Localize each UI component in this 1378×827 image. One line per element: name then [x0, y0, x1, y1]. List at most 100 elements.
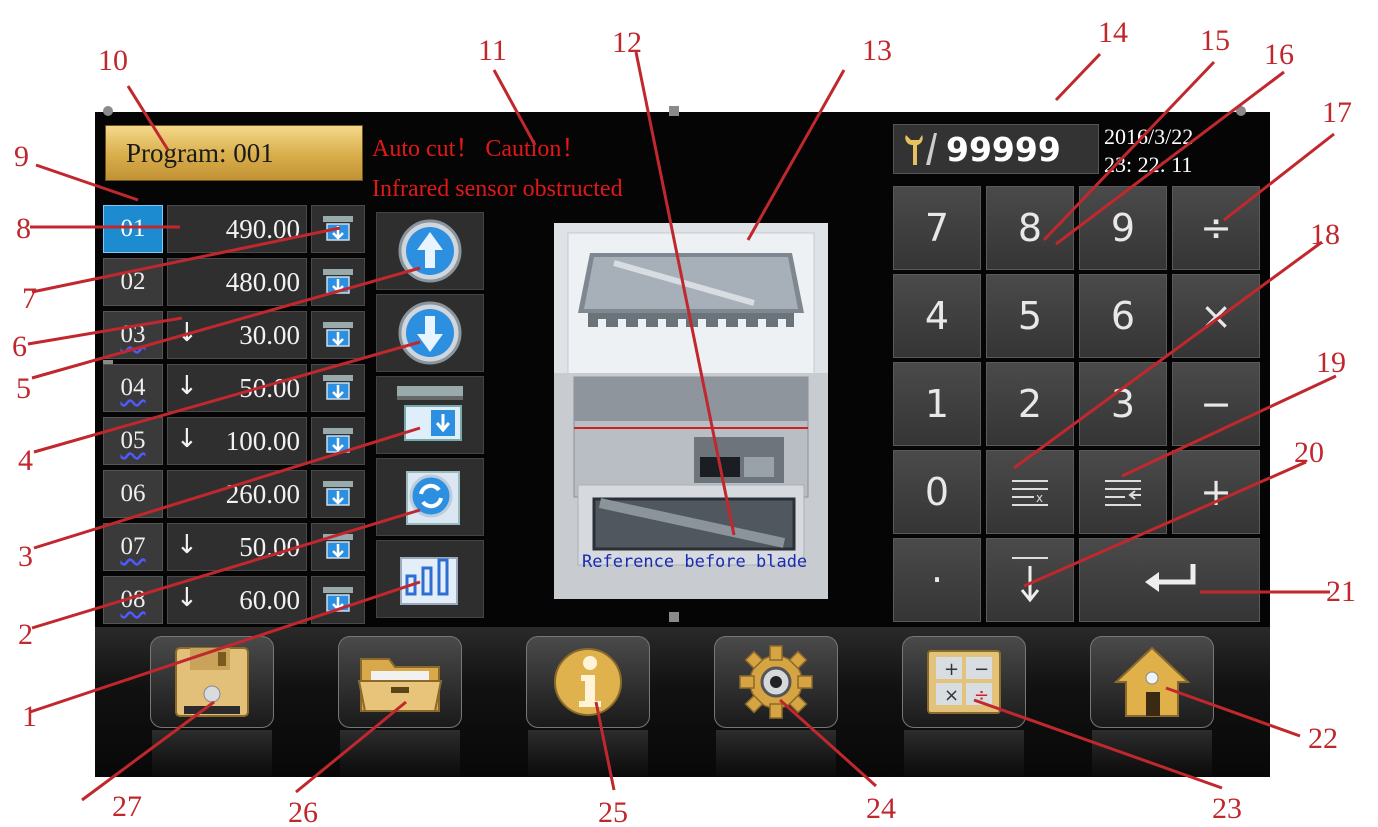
callout-number: 1	[22, 700, 37, 733]
key-2[interactable]: 2	[986, 362, 1074, 446]
key-plus[interactable]: +	[1172, 450, 1260, 534]
folder-icon	[357, 658, 443, 712]
push-arrow-icon: ↓	[176, 371, 198, 401]
key-dot[interactable]: ·	[893, 538, 981, 622]
settings-button[interactable]	[714, 636, 838, 728]
step-number[interactable]: 01	[103, 205, 163, 253]
key-8[interactable]: 8	[986, 186, 1074, 270]
push-arrow-icon: ↓	[176, 424, 198, 454]
step-value[interactable]: 480.00	[167, 258, 307, 306]
key-1[interactable]: 1	[893, 362, 981, 446]
step-cut-button[interactable]	[311, 523, 365, 571]
corner-handle	[103, 106, 113, 116]
key-7[interactable]: 7	[893, 186, 981, 270]
open-program-button[interactable]	[338, 636, 462, 728]
step-row[interactable]: 01 490.00	[103, 205, 373, 255]
key-5[interactable]: 5	[986, 274, 1074, 358]
key-9[interactable]: 9	[1079, 186, 1167, 270]
program-button[interactable]: Program: 001	[105, 125, 363, 181]
step-number[interactable]: 02	[103, 258, 163, 306]
key-0[interactable]: 0	[893, 450, 981, 534]
key-push[interactable]	[986, 538, 1074, 622]
step-number[interactable]: 06	[103, 470, 163, 518]
callout-number: 3	[18, 540, 33, 573]
up-arrow-icon	[398, 219, 462, 283]
callout-number: 25	[598, 796, 628, 827]
callout-number: 22	[1308, 722, 1338, 755]
key-minus[interactable]: −	[1172, 362, 1260, 446]
info-icon	[554, 648, 622, 716]
push-down-icon	[1012, 557, 1048, 603]
step-value[interactable]: ↓ 50.00	[167, 364, 307, 412]
machine-illustration	[554, 223, 828, 599]
step-value-text: 60.00	[239, 584, 300, 615]
home-button[interactable]	[1090, 636, 1214, 728]
callout-number: 2	[18, 618, 33, 651]
program-label: Program: 001	[126, 137, 274, 168]
key-divide[interactable]: ÷	[1172, 186, 1260, 270]
step-row[interactable]: 02 480.00	[103, 258, 373, 308]
step-value[interactable]: 490.00	[167, 205, 307, 253]
push-arrow-icon: ↓	[176, 583, 198, 613]
step-cut-button[interactable]	[311, 417, 365, 465]
corner-handle	[1236, 106, 1246, 116]
label-split-button[interactable]	[376, 540, 484, 618]
cycle-button[interactable]	[376, 458, 484, 536]
step-row[interactable]: 05 ↓ 100.00	[103, 417, 373, 467]
cut-insert-button[interactable]	[376, 376, 484, 454]
step-number[interactable]: 03	[103, 311, 163, 359]
callout-number: 26	[288, 796, 318, 827]
step-row[interactable]: 08 ↓ 60.00	[103, 576, 373, 626]
step-value-text: 50.00	[239, 372, 300, 403]
key-enter[interactable]	[1079, 538, 1260, 622]
step-value[interactable]: ↓ 60.00	[167, 576, 307, 624]
step-cut-button[interactable]	[311, 470, 365, 518]
step-value-text: 480.00	[225, 266, 300, 297]
step-value[interactable]: ↓ 30.00	[167, 311, 307, 359]
callout-number: 13	[862, 34, 892, 67]
save-button[interactable]	[150, 636, 274, 728]
step-row[interactable]: 04 ↓ 50.00	[103, 364, 373, 414]
blade-down-icon	[323, 322, 353, 347]
callout-number: 24	[866, 792, 896, 825]
move-up-button[interactable]	[376, 212, 484, 290]
callout-number: 12	[612, 26, 642, 59]
step-cut-button[interactable]	[311, 205, 365, 253]
svg-text:÷: ÷	[974, 685, 989, 706]
step-number[interactable]: 05	[103, 417, 163, 465]
step-cut-button[interactable]	[311, 364, 365, 412]
step-value[interactable]: ↓ 50.00	[167, 523, 307, 571]
step-number[interactable]: 08	[103, 576, 163, 624]
key-clear[interactable]: x	[986, 450, 1074, 534]
step-cut-button[interactable]	[311, 258, 365, 306]
button-reflection	[1092, 730, 1212, 776]
step-row[interactable]: 03 ↓ 30.00	[103, 311, 373, 361]
calculator-button[interactable]: + − × ÷	[902, 636, 1026, 728]
down-arrow-icon	[398, 301, 462, 365]
step-row[interactable]: 07 ↓ 50.00	[103, 523, 373, 573]
step-number[interactable]: 07	[103, 523, 163, 571]
key-4[interactable]: 4	[893, 274, 981, 358]
step-number[interactable]: 04	[103, 364, 163, 412]
step-cut-button[interactable]	[311, 576, 365, 624]
info-button[interactable]	[526, 636, 650, 728]
time-display: 23: 22: 11	[1104, 152, 1193, 177]
callout-number: 8	[16, 212, 31, 245]
step-row[interactable]: 06 260.00	[103, 470, 373, 520]
key-6[interactable]: 6	[1079, 274, 1167, 358]
step-value[interactable]: 260.00	[167, 470, 307, 518]
backspace-icon	[1105, 480, 1141, 506]
wrench-icon	[905, 135, 923, 165]
key-backspace[interactable]	[1079, 450, 1167, 534]
button-reflection	[904, 730, 1024, 776]
step-value[interactable]: ↓ 100.00	[167, 417, 307, 465]
clear-entry-icon: x	[1012, 480, 1048, 506]
callout-number: 9	[14, 140, 29, 173]
step-cut-button[interactable]	[311, 311, 365, 359]
svg-text:x: x	[1036, 491, 1043, 505]
move-down-button[interactable]	[376, 294, 484, 372]
blade-down-icon	[323, 587, 353, 612]
refresh-icon	[406, 471, 460, 525]
key-3[interactable]: 3	[1079, 362, 1167, 446]
key-multiply[interactable]: ×	[1172, 274, 1260, 358]
